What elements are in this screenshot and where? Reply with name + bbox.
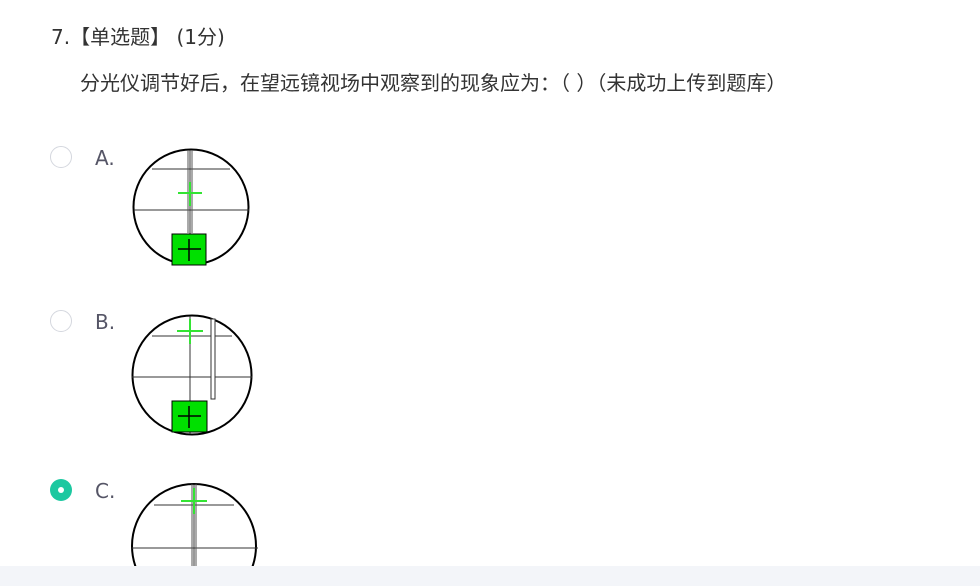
- question-number: 7.: [51, 25, 71, 49]
- question-header: 7.【单选题】 (1分): [51, 22, 225, 52]
- option-c-radio-checked-icon[interactable]: [50, 479, 72, 501]
- option-c-label: C.: [95, 479, 116, 503]
- bottom-bar: [0, 566, 980, 586]
- option-a-radio-icon[interactable]: [50, 146, 72, 168]
- option-b-label: B.: [95, 310, 116, 334]
- option-c-reticle-image: [131, 483, 258, 566]
- option-a-reticle-image: [132, 148, 250, 266]
- question-stem: 分光仪调节好后，在望远镜视场中观察到的现象应为：（ ）（未成功上传到题库）: [80, 71, 787, 95]
- question-type: 【单选题】: [70, 25, 171, 49]
- option-b-radio-icon[interactable]: [50, 310, 72, 332]
- option-a-label: A.: [95, 146, 115, 170]
- option-b-reticle-image: [131, 314, 253, 436]
- question-score: (1分): [176, 25, 225, 49]
